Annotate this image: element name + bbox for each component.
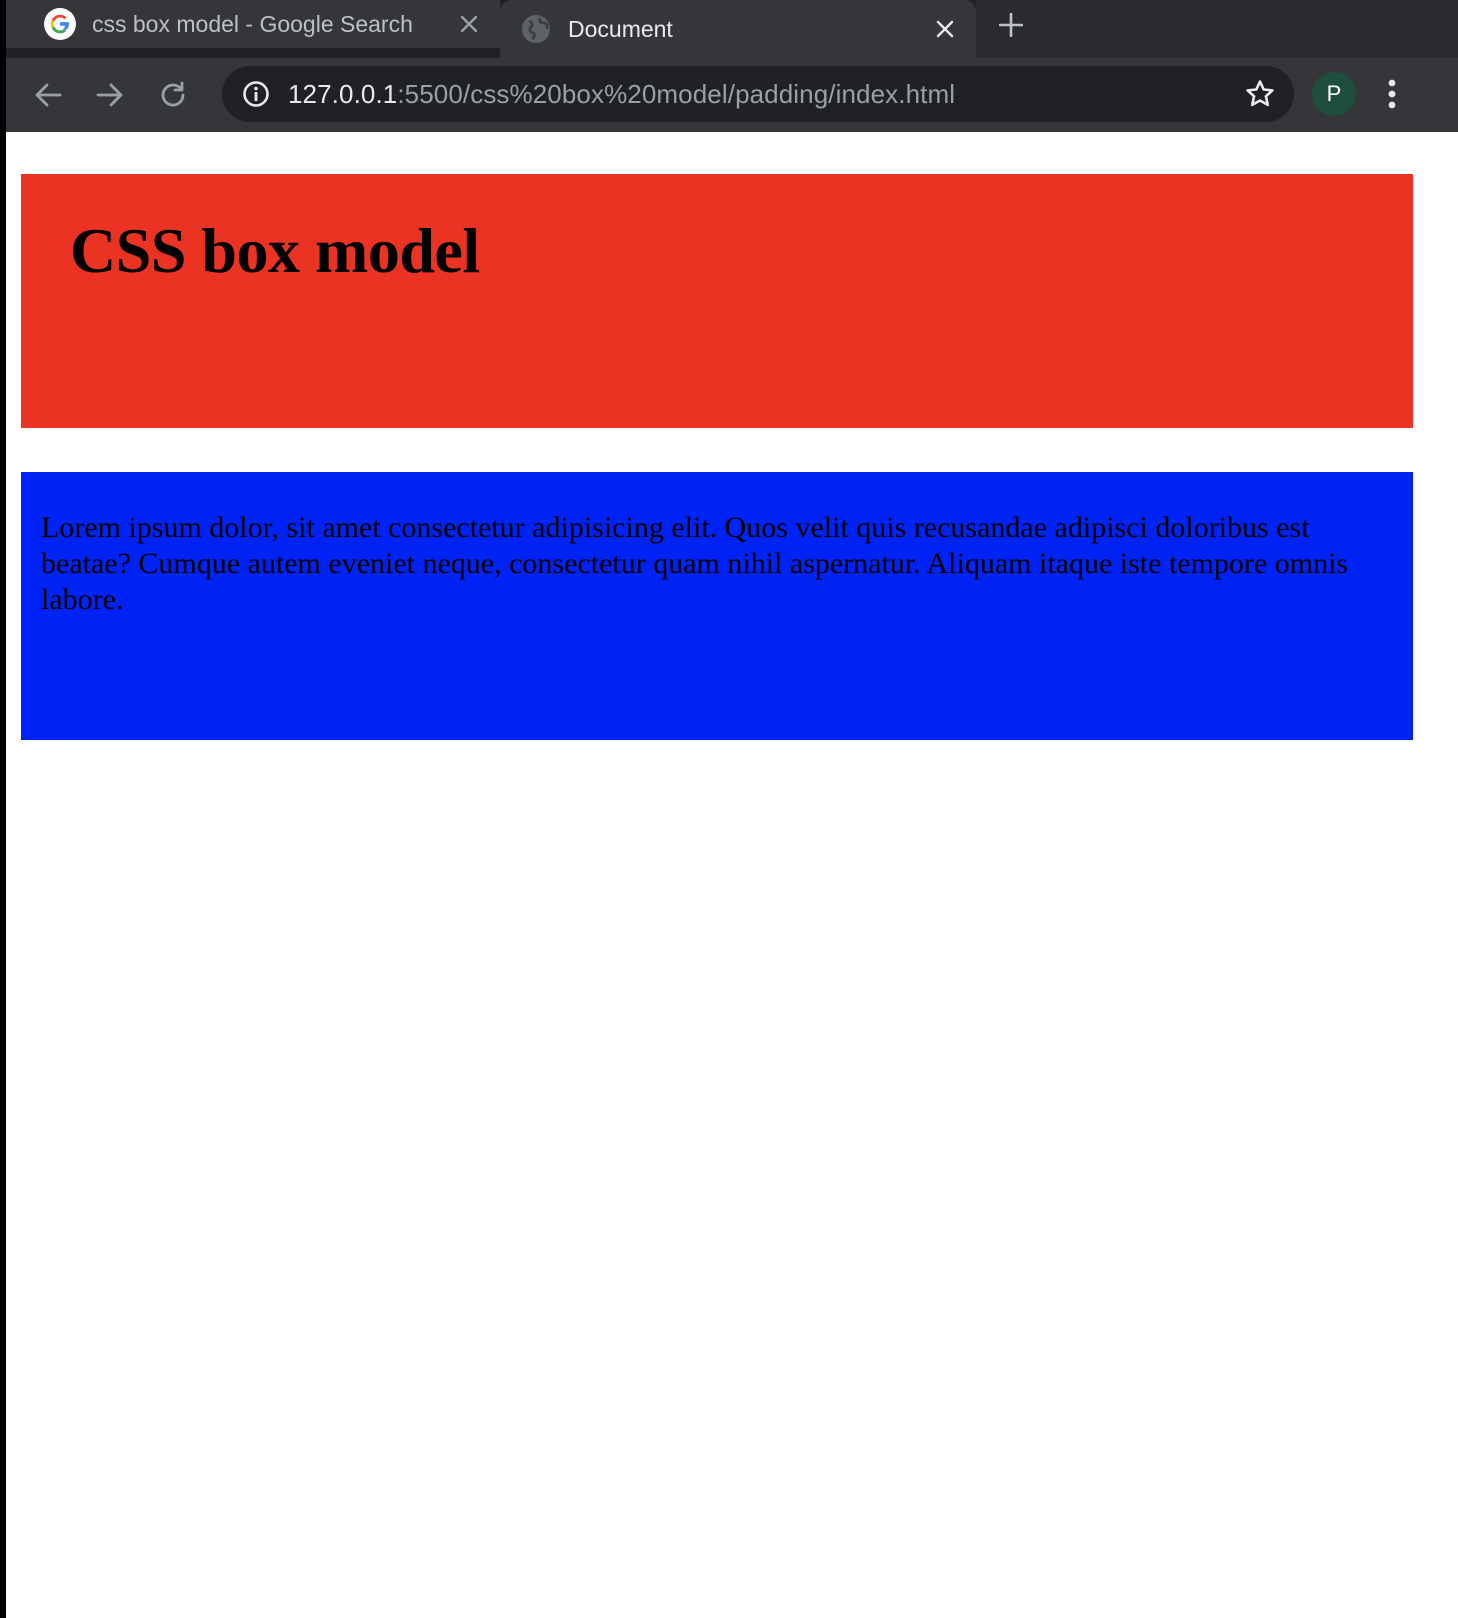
forward-arrow-icon[interactable] xyxy=(91,76,129,114)
profile-avatar[interactable]: P xyxy=(1312,72,1356,116)
right-gutter xyxy=(1413,132,1458,1618)
page-heading: CSS box model xyxy=(70,215,480,286)
back-arrow-icon[interactable] xyxy=(29,76,67,114)
kebab-menu-icon[interactable] xyxy=(1380,72,1404,116)
new-tab-plus-icon[interactable] xyxy=(994,8,1028,42)
url-path: :5500/css%20box%20model/padding/index.ht… xyxy=(397,78,956,109)
tab-close-icon[interactable] xyxy=(454,9,484,39)
site-info-icon[interactable] xyxy=(242,80,270,108)
tab-strip: css box model - Google Search Document xyxy=(6,0,1458,58)
browser-toolbar: 127.0.0.1:5500/css%20box%20model/padding… xyxy=(6,58,1458,132)
url-host: 127.0.0.1 xyxy=(288,78,398,109)
tab-document[interactable]: Document xyxy=(500,0,976,58)
content-paragraph: Lorem ipsum dolor, sit amet consectetur … xyxy=(41,511,1349,616)
address-bar[interactable]: 127.0.0.1:5500/css%20box%20model/padding… xyxy=(222,66,1294,122)
url-text[interactable]: 127.0.0.1:5500/css%20box%20model/padding… xyxy=(288,79,955,110)
tab-title: Document xyxy=(568,15,673,42)
tab-google-search[interactable]: css box model - Google Search xyxy=(6,0,500,48)
bookmark-star-icon[interactable] xyxy=(1244,78,1276,110)
tab-strip-empty-area[interactable] xyxy=(976,0,1458,58)
page-viewport: CSS box model Lorem ipsum dolor, sit ame… xyxy=(6,132,1413,1618)
browser-window: css box model - Google Search Document 1… xyxy=(0,0,1458,1618)
content-box: Lorem ipsum dolor, sit amet consectetur … xyxy=(21,472,1413,740)
tab-title: css box model - Google Search xyxy=(92,10,413,37)
reload-icon[interactable] xyxy=(154,76,192,114)
header-box: CSS box model xyxy=(21,174,1413,428)
globe-icon xyxy=(522,15,550,43)
tab-close-icon[interactable] xyxy=(930,14,960,44)
google-g-icon xyxy=(44,8,76,40)
